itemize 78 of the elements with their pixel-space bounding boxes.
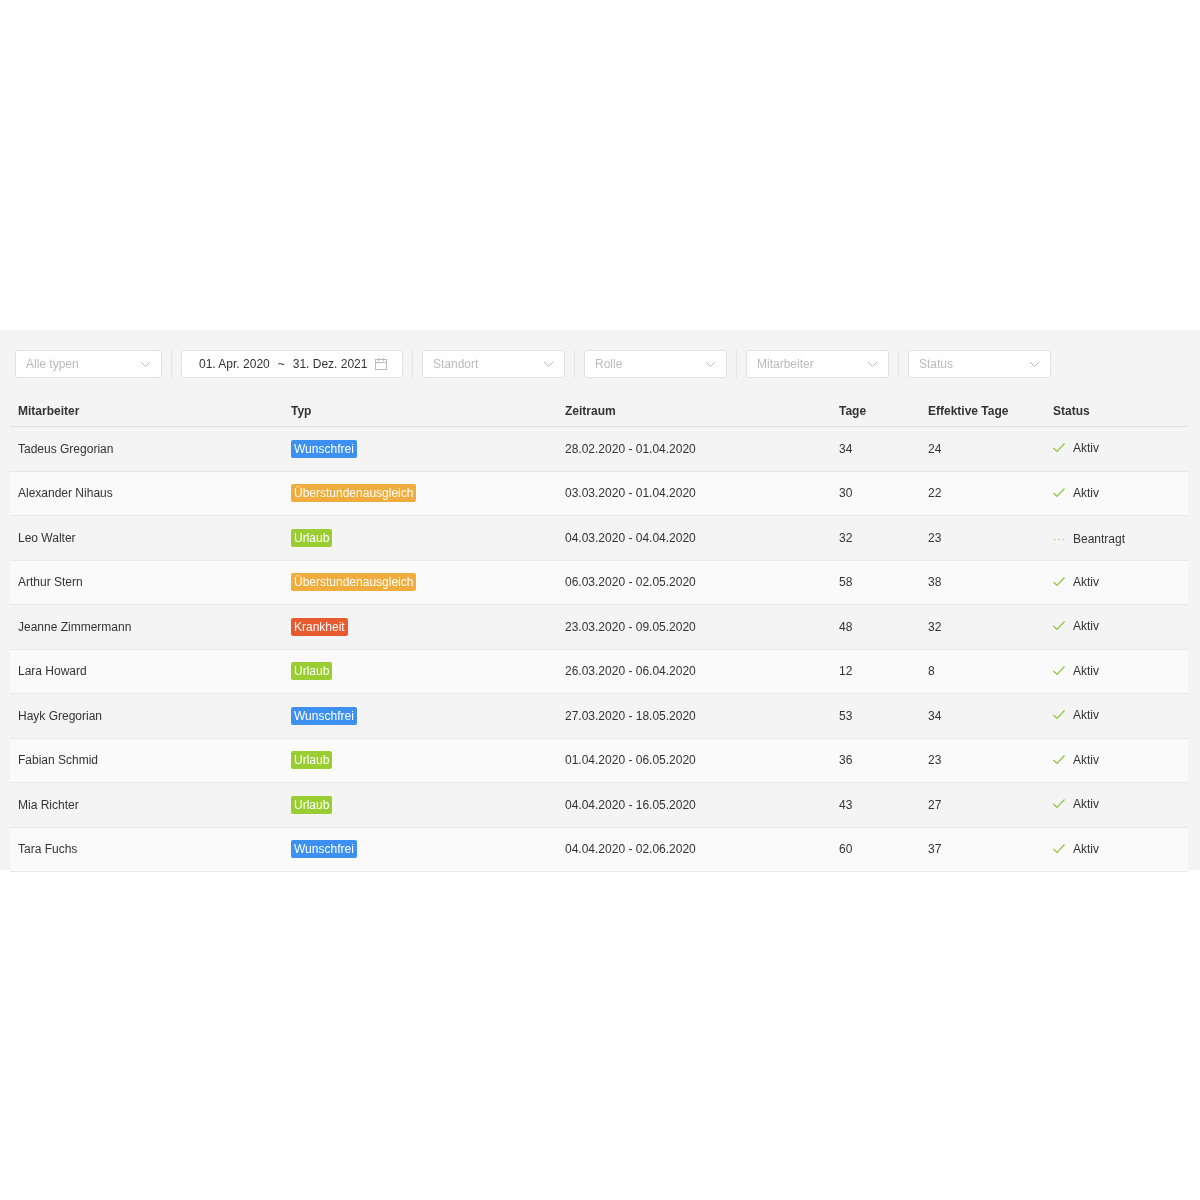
table-cell: 04.03.2020 - 04.04.2020	[557, 515, 831, 560]
table-cell: Leo Walter	[10, 515, 283, 560]
select-field[interactable]: Alle typen	[15, 350, 162, 378]
table-cell: 23	[920, 515, 1045, 560]
table-cell: 01.04.2020 - 06.05.2020	[557, 738, 831, 783]
status-text: Aktiv	[1073, 662, 1099, 680]
table-cell: 58	[831, 560, 920, 605]
table-cell: 43	[831, 782, 920, 827]
status-text: Aktiv	[1073, 618, 1099, 636]
column-header: Mitarbeiter	[10, 394, 283, 427]
table-cell: 34	[920, 693, 1045, 738]
table-cell: Hayk Gregorian	[10, 693, 283, 738]
select-field[interactable]: Standort	[422, 350, 565, 378]
select-field[interactable]: Mitarbeiter	[746, 350, 889, 378]
type-tag: Wunschfrei	[291, 706, 357, 725]
table-cell: 53	[831, 693, 920, 738]
table-cell: Fabian Schmid	[10, 738, 283, 783]
table-cell: 30	[831, 471, 920, 516]
status-text: Aktiv	[1073, 751, 1099, 769]
type-tag: Überstundenausgleich	[291, 484, 417, 503]
table-cell: Lara Howard	[10, 649, 283, 694]
status-text: Aktiv	[1073, 796, 1099, 814]
table-cell: Tara Fuchs	[10, 827, 283, 872]
table-cell: 37	[920, 827, 1045, 872]
table-cell: 27.03.2020 - 18.05.2020	[557, 693, 831, 738]
chevron-icon	[705, 360, 716, 368]
status-text: Aktiv	[1073, 484, 1099, 502]
chevron-icon	[867, 360, 878, 368]
table-cell: 24	[920, 426, 1045, 471]
status-text: Aktiv	[1073, 840, 1099, 858]
table-cell: 23.03.2020 - 09.05.2020	[557, 604, 831, 649]
type-tag: Urlaub	[291, 528, 333, 547]
status-text: Aktiv	[1073, 440, 1099, 458]
table-cell: 8	[920, 649, 1045, 694]
table-cell: 38	[920, 560, 1045, 605]
table-cell: 22	[920, 471, 1045, 516]
table-cell: 26.03.2020 - 06.04.2020	[557, 649, 831, 694]
date-range-field[interactable]: 01. Apr. 2020 ~ 31. Dez. 2021	[181, 350, 403, 378]
table-cell: 28.02.2020 - 01.04.2020	[557, 426, 831, 471]
table-cell: 03.03.2020 - 01.04.2020	[557, 471, 831, 516]
chevron-icon	[543, 360, 554, 368]
status-text: Beantragt	[1073, 531, 1126, 548]
table-cell: 06.03.2020 - 02.05.2020	[557, 560, 831, 605]
select-field[interactable]: Rolle	[584, 350, 727, 378]
type-tag: Überstundenausgleich	[291, 573, 417, 592]
calendar-icon	[375, 358, 388, 370]
type-tag: Urlaub	[291, 795, 333, 814]
table-cell: 34	[831, 426, 920, 471]
status-text: Aktiv	[1073, 707, 1099, 725]
chevron-icon	[1029, 360, 1040, 368]
column-header: Status	[1045, 394, 1188, 427]
table-cell: 12	[831, 649, 920, 694]
table-cell: 60	[831, 827, 920, 872]
table-cell: 32	[831, 515, 920, 560]
table-cell: 48	[831, 604, 920, 649]
table-cell: Alexander Nihaus	[10, 471, 283, 516]
table-cell: 27	[920, 782, 1045, 827]
type-tag: Wunschfrei	[291, 439, 357, 458]
table-cell: 36	[831, 738, 920, 783]
table-cell: 04.04.2020 - 16.05.2020	[557, 782, 831, 827]
table-cell: 04.04.2020 - 02.06.2020	[557, 827, 831, 872]
type-tag: Wunschfrei	[291, 840, 357, 859]
table-cell: Mia Richter	[10, 782, 283, 827]
table-cell: Arthur Stern	[10, 560, 283, 605]
column-header: Zeitraum	[557, 394, 831, 427]
table-cell: Tadeus Gregorian	[10, 426, 283, 471]
status-text: Aktiv	[1073, 573, 1099, 591]
table-cell: Jeanne Zimmermann	[10, 604, 283, 649]
column-header: Typ	[283, 394, 557, 427]
column-header: Effektive Tage	[920, 394, 1045, 427]
type-tag: Krankheit	[291, 617, 348, 636]
column-header: Tage	[831, 394, 920, 427]
table-cell: 32	[920, 604, 1045, 649]
table-cell: 23	[920, 738, 1045, 783]
chevron-icon	[140, 360, 151, 368]
type-tag: Urlaub	[291, 751, 333, 770]
type-tag: Urlaub	[291, 662, 333, 681]
select-field[interactable]: Status	[908, 350, 1051, 378]
